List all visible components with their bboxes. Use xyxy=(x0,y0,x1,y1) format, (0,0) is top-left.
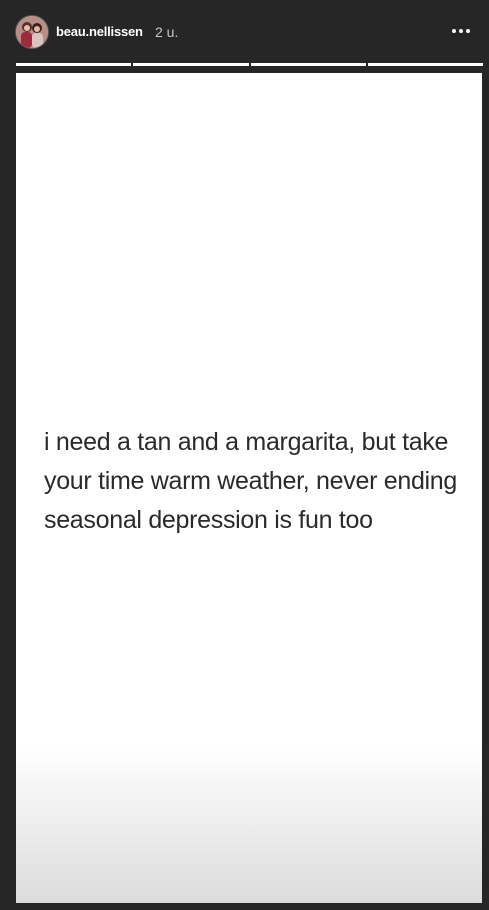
profile-photo-icon xyxy=(16,16,48,48)
username[interactable]: beau.nellissen xyxy=(56,24,143,39)
progress-fill xyxy=(133,63,249,66)
more-dot-icon xyxy=(466,29,470,33)
avatar[interactable] xyxy=(16,16,48,48)
progress-segment xyxy=(250,63,366,66)
story-text: i need a tan and a margarita, but take y… xyxy=(44,428,458,534)
story-content[interactable]: i need a tan and a margarita, but take y… xyxy=(16,73,482,903)
progress-segment xyxy=(133,63,249,66)
progress-fill xyxy=(250,63,366,66)
story-viewer: beau.nellissen 2 u. i need a tan and a m… xyxy=(0,0,489,910)
more-dot-icon xyxy=(459,29,463,33)
story-progress-bar xyxy=(16,63,483,66)
progress-fill xyxy=(367,63,483,66)
progress-segment xyxy=(367,63,483,66)
progress-segment xyxy=(16,63,132,66)
progress-fill xyxy=(16,63,132,66)
story-header: beau.nellissen 2 u. xyxy=(0,0,489,62)
more-options-button[interactable] xyxy=(447,21,475,41)
story-timestamp: 2 u. xyxy=(155,24,179,40)
more-dot-icon xyxy=(452,29,456,33)
